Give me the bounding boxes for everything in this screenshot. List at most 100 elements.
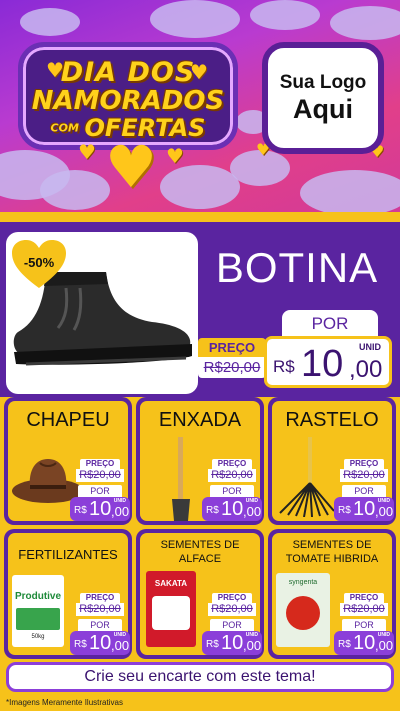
- product-price-block: PREÇO R$20,00 POR R$ 10 ,00 UNID: [202, 459, 262, 521]
- price-unit: UNID: [245, 498, 258, 504]
- fertilizer-bag-illustration: Produtive 50kg: [12, 575, 64, 647]
- cloud-decoration: [150, 0, 240, 38]
- price-unit: UNID: [377, 498, 390, 504]
- price-integer: 10: [89, 498, 112, 520]
- price-cents: ,00: [111, 638, 130, 653]
- product-name-line-2: ALFACE: [178, 553, 222, 565]
- product-price-block: PREÇO R$20,00 POR R$ 10 ,00 UNID: [70, 593, 130, 655]
- logo-text-line-2: Aqui: [293, 93, 353, 124]
- logo-placeholder[interactable]: Sua Logo Aqui: [262, 42, 384, 154]
- product-card-rastelo[interactable]: RASTELO PREÇO R$20,00 POR R$ 10 ,00 UNID: [268, 397, 396, 525]
- hero-product-name: BOTINA: [215, 244, 379, 291]
- product-card-fertilizantes[interactable]: FERTILIZANTES Produtive 50kg PREÇO R$20,…: [4, 529, 132, 659]
- price-integer: 10: [221, 632, 244, 654]
- new-price: R$ 10 ,00 UNID: [334, 497, 394, 521]
- product-card-body: ENXADA PREÇO R$20,00 POR R$ 10 ,00 UNID: [140, 401, 262, 521]
- product-name-line-1: SEMENTES DE: [292, 539, 372, 551]
- product-card-sementes-alface[interactable]: SEMENTES DE ALFACE SAKATA PREÇO R$20,00 …: [136, 529, 264, 659]
- packet-brand: syngenta: [288, 579, 318, 586]
- price-currency: R$: [338, 639, 351, 650]
- heart-icon: ♥: [166, 144, 184, 168]
- product-price-block: PREÇO R$20,00 POR R$ 10 ,00 UNID: [202, 593, 262, 655]
- product-price-block: PREÇO R$20,00 POR R$ 10 ,00 UNID: [334, 593, 394, 655]
- cloud-decoration: [40, 170, 110, 210]
- price-currency: R$: [74, 505, 87, 516]
- price-cents: ,00: [375, 638, 394, 653]
- discount-badge: -50%: [10, 238, 68, 290]
- price-cents: ,00: [243, 638, 262, 653]
- heart-icon: ♥: [46, 58, 64, 82]
- cloud-decoration: [250, 0, 320, 30]
- price-integer: 10: [353, 498, 376, 520]
- price-integer: 10: [353, 632, 376, 654]
- product-card-enxada[interactable]: ENXADA PREÇO R$20,00 POR R$ 10 ,00 UNID: [136, 397, 264, 525]
- product-card-chapeu[interactable]: CHAPEU PREÇO R$20,00 POR R$ 10 ,00 UNID: [4, 397, 132, 525]
- old-price: R$20,00: [208, 603, 256, 616]
- bag-weight: 50kg: [31, 634, 45, 640]
- discount-label: -50%: [23, 254, 55, 270]
- price-cents: ,00: [375, 504, 394, 519]
- price-label: PREÇO: [344, 459, 384, 469]
- old-price: R$20,00: [340, 603, 388, 616]
- title-line-3-small: COM: [50, 121, 79, 135]
- heart-icon: ♥: [105, 133, 157, 201]
- price-label: PREÇO: [344, 593, 384, 603]
- bag-brand: Produtive: [14, 591, 62, 602]
- price-unit: UNID: [113, 498, 126, 504]
- bag-stripe: [16, 608, 60, 630]
- cloud-decoration: [300, 170, 400, 212]
- product-name: ENXADA: [158, 409, 242, 431]
- price-currency: R$: [206, 505, 219, 516]
- product-card-body: SEMENTES DE ALFACE SAKATA PREÇO R$20,00 …: [140, 533, 262, 655]
- por-label: POR: [78, 619, 122, 631]
- packet-label: [152, 596, 190, 630]
- old-price: R$20,00: [340, 469, 388, 482]
- price-currency: R$: [338, 505, 351, 516]
- price-label: PREÇO: [212, 593, 252, 603]
- price-currency: R$: [206, 639, 219, 650]
- seed-packet-illustration: syngenta: [276, 573, 330, 647]
- rake-illustration: [279, 437, 335, 517]
- tomato-graphic: [286, 596, 320, 630]
- hero-product-card[interactable]: -50% BOTINA POR PREÇO R$20,00 R$ 10 ,00 …: [0, 217, 400, 397]
- hero-product-image: -50%: [6, 232, 198, 394]
- new-price: R$ 10 ,00 UNID: [70, 497, 130, 521]
- old-price: R$20,00: [76, 469, 124, 482]
- product-name: CHAPEU: [26, 409, 110, 431]
- product-card-sementes-tomate[interactable]: SEMENTES DE TOMATE HIBRIDA syngenta PREÇ…: [268, 529, 396, 659]
- price-unit: UNID: [113, 632, 126, 638]
- product-name: FERTILIZANTES: [18, 547, 118, 562]
- hero-por-label: POR: [282, 310, 378, 338]
- seed-packet-illustration: SAKATA: [146, 571, 196, 647]
- heart-icon: ♥: [190, 60, 208, 84]
- new-price: R$ 10 ,00 UNID: [334, 631, 394, 655]
- por-label: POR: [342, 619, 386, 631]
- product-price-block: PREÇO R$20,00 POR R$ 10 ,00 UNID: [70, 459, 130, 521]
- price-unit: UNID: [359, 342, 381, 352]
- packet-brand: SAKATA: [154, 579, 188, 588]
- title-line-2: NAMORADOS: [31, 86, 225, 116]
- hero-new-price: R$ 10 ,00 UNID: [264, 336, 392, 388]
- create-flyer-cta-button[interactable]: Crie seu encarte com este tema!: [6, 662, 394, 692]
- hoe-illustration: [172, 437, 190, 521]
- por-label: POR: [78, 485, 122, 497]
- product-card-body: FERTILIZANTES Produtive 50kg PREÇO R$20,…: [8, 533, 130, 655]
- price-integer: 10: [89, 632, 112, 654]
- price-integer: 10: [221, 498, 244, 520]
- header-banner: DIA DOS NAMORADOS COM OFERTAS ♥ ♥ ♥ ♥ ♥ …: [0, 0, 400, 212]
- product-card-body: SEMENTES DE TOMATE HIBRIDA syngenta PREÇ…: [272, 533, 394, 655]
- price-currency: R$: [273, 357, 295, 376]
- old-price: R$20,00: [76, 603, 124, 616]
- price-label: PREÇO: [212, 459, 252, 469]
- old-price: R$20,00: [208, 469, 256, 482]
- por-label: POR: [342, 485, 386, 497]
- hero-old-price: PREÇO R$20,00: [198, 338, 266, 380]
- price-cents: ,00: [111, 504, 130, 519]
- cloud-decoration: [20, 8, 80, 36]
- price-cents: ,00: [243, 504, 262, 519]
- cloud-decoration: [330, 6, 400, 40]
- product-price-block: PREÇO R$20,00 POR R$ 10 ,00 UNID: [334, 459, 394, 521]
- por-label: POR: [210, 485, 254, 497]
- price-currency: R$: [74, 639, 87, 650]
- price-label: PREÇO: [80, 459, 120, 469]
